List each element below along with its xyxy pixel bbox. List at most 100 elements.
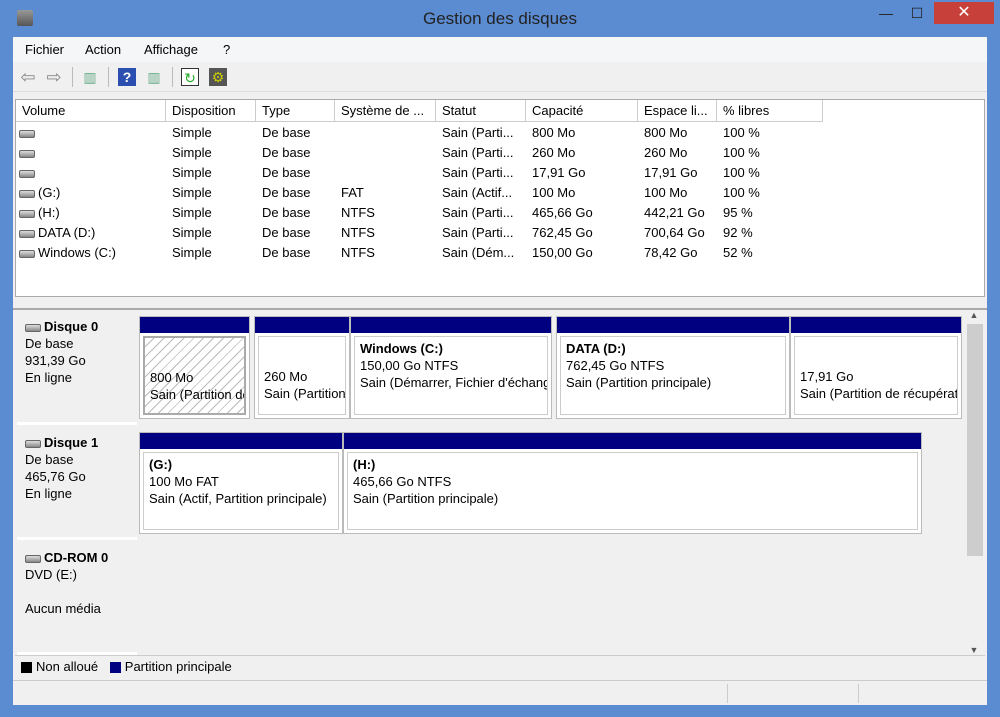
partition-type-bar bbox=[140, 317, 249, 333]
volume-row[interactable]: Simple De base Sain (Parti... 260 Mo 260 Mo 1… bbox=[16, 143, 984, 163]
partition-block[interactable]: Windows (C:) 150,00 Go NTFS Sain (Démarrer… bbox=[350, 316, 552, 419]
menu-affichage[interactable]: Affichage bbox=[144, 42, 198, 57]
pane-splitter[interactable] bbox=[13, 298, 987, 310]
menu-action[interactable]: Action bbox=[85, 42, 121, 57]
partition-block[interactable]: 800 Mo Sain (Partition de récupération) bbox=[139, 316, 250, 419]
partition-type-bar bbox=[344, 433, 921, 449]
cell-text: 260 Mo bbox=[644, 145, 688, 160]
partition-type-bar bbox=[351, 317, 551, 333]
legend: Non alloué Partition principale bbox=[15, 655, 985, 677]
volume-row[interactable]: DATA (D:) Simple De base NTFS Sain (Parti...… bbox=[16, 223, 984, 243]
cell-1: Simple bbox=[166, 163, 256, 183]
back-arrow-icon[interactable]: ⇦ bbox=[19, 68, 37, 86]
properties-icon[interactable]: ⚙ bbox=[209, 68, 227, 86]
unallocated-swatch bbox=[21, 662, 32, 674]
partition-size: 465,66 Go NTFS bbox=[353, 474, 452, 489]
cell-4: Sain (Actif... bbox=[436, 183, 526, 203]
cell-1: Simple bbox=[166, 183, 256, 203]
menu-help[interactable]: ? bbox=[223, 42, 230, 57]
menu-fichier[interactable]: Fichier bbox=[25, 42, 64, 57]
column-header[interactable]: Statut bbox=[436, 100, 526, 122]
partition-block[interactable]: (H:) 465,66 Go NTFS Sain (Partition princi… bbox=[343, 432, 922, 534]
scroll-up-icon[interactable]: ▲ bbox=[965, 310, 983, 320]
volume-list: Volume Disposition Type Système de ... Statu… bbox=[15, 99, 985, 297]
disk-graphical-view: Disque 0 De base 931,39 Go En ligne 800 Mo Sa… bbox=[15, 310, 967, 655]
disk-size: 931,39 Go bbox=[25, 353, 86, 368]
cell-5: 465,66 Go bbox=[526, 203, 638, 223]
partition-status: Sain (Démarrer, Fichier d'échange) bbox=[360, 375, 548, 390]
cell-text: De base bbox=[262, 245, 311, 260]
menu-bar: Fichier Action Affichage ? bbox=[13, 37, 987, 62]
scrollbar-thumb[interactable] bbox=[967, 324, 983, 556]
cell-4: Sain (Parti... bbox=[436, 123, 526, 143]
show-hide-console-tree-icon[interactable]: ▥ bbox=[81, 68, 99, 86]
toolbar: ⇦ ⇨ ▥ ? ▥ ↻ ⚙ bbox=[13, 62, 987, 92]
partition-block[interactable]: 260 Mo Sain (Partition système EFI) bbox=[254, 316, 350, 419]
cell-4: Sain (Dém... bbox=[436, 243, 526, 263]
disk-label[interactable]: Disque 0 De base 931,39 Go En ligne bbox=[17, 312, 137, 425]
close-button[interactable]: ✕ bbox=[934, 2, 994, 24]
cell-5: 800 Mo bbox=[526, 123, 638, 143]
cell-text: 100 % bbox=[723, 165, 760, 180]
column-header[interactable]: Volume bbox=[16, 100, 166, 122]
scroll-down-icon[interactable]: ▼ bbox=[965, 645, 983, 655]
disk-state: Aucun média bbox=[25, 601, 101, 616]
minimize-button[interactable]: — bbox=[871, 2, 901, 24]
cell-3: NTFS bbox=[335, 223, 436, 243]
cell-text: Simple bbox=[172, 245, 212, 260]
refresh-icon[interactable]: ↻ bbox=[181, 68, 199, 86]
cell-text: De base bbox=[262, 145, 311, 160]
disk-label[interactable]: Disque 1 De base 465,76 Go En ligne bbox=[17, 428, 137, 540]
partition-block[interactable]: DATA (D:) 762,45 Go NTFS Sain (Partition p… bbox=[556, 316, 790, 419]
partition-title: (H:) bbox=[353, 457, 376, 472]
cell-text: De base bbox=[262, 125, 311, 140]
column-header[interactable]: Capacité bbox=[526, 100, 638, 122]
maximize-button[interactable]: ☐ bbox=[902, 2, 932, 24]
partition-status: Sain (Actif, Partition principale) bbox=[149, 491, 327, 506]
legend-unallocated: Non alloué bbox=[36, 659, 99, 674]
cell-4: Sain (Parti... bbox=[436, 223, 526, 243]
cell-text: Simple bbox=[172, 185, 212, 200]
volume-row[interactable]: Simple De base Sain (Parti... 17,91 Go 17,91… bbox=[16, 163, 984, 183]
volume-icon bbox=[19, 189, 35, 198]
volume-row[interactable]: Windows (C:) Simple De base NTFS Sain (Dém..… bbox=[16, 243, 984, 263]
forward-arrow-icon[interactable]: ⇨ bbox=[45, 68, 63, 86]
column-header[interactable]: Type bbox=[256, 100, 335, 122]
cell-0: (G:) bbox=[16, 183, 166, 203]
show-hide-action-pane-icon[interactable]: ▥ bbox=[145, 68, 163, 86]
partition-block[interactable]: (G:) 100 Mo FAT Sain (Actif, Partition pri… bbox=[139, 432, 343, 534]
partition-title: Windows (C:) bbox=[360, 341, 443, 356]
cell-text: Simple bbox=[172, 205, 212, 220]
volume-row[interactable]: (H:) Simple De base NTFS Sain (Parti... 465,6… bbox=[16, 203, 984, 223]
cell-text: 260 Mo bbox=[532, 145, 576, 160]
partition-block[interactable]: 17,91 Go Sain (Partition de récupération) bbox=[790, 316, 962, 419]
column-header[interactable]: % libres bbox=[717, 100, 823, 122]
cell-6: 17,91 Go bbox=[638, 163, 717, 183]
column-header[interactable]: Espace li... bbox=[638, 100, 717, 122]
volume-row[interactable]: Simple De base Sain (Parti... 800 Mo 800 Mo 1… bbox=[16, 123, 984, 143]
help-icon[interactable]: ? bbox=[118, 68, 136, 86]
partition-size: 762,45 Go NTFS bbox=[566, 358, 665, 373]
cell-2: De base bbox=[256, 223, 335, 243]
cell-text: Simple bbox=[172, 145, 212, 160]
column-header[interactable]: Disposition bbox=[166, 100, 256, 122]
cell-text: Simple bbox=[172, 165, 212, 180]
cell-5: 762,45 Go bbox=[526, 223, 638, 243]
disk-label[interactable]: CD-ROM 0 DVD (E:) Aucun média bbox=[17, 543, 137, 655]
cell-text: NTFS bbox=[341, 205, 375, 220]
cell-5: 260 Mo bbox=[526, 143, 638, 163]
cell-text: 800 Mo bbox=[644, 125, 688, 140]
volume-row[interactable]: (G:) Simple De base FAT Sain (Actif... 100 Mo… bbox=[16, 183, 984, 203]
partition-status: Sain (Partition principale) bbox=[566, 375, 712, 390]
cell-2: De base bbox=[256, 163, 335, 183]
cell-2: De base bbox=[256, 243, 335, 263]
cell-text: 95 % bbox=[723, 205, 753, 220]
partition-body: 260 Mo Sain (Partition système EFI) bbox=[258, 336, 346, 415]
cell-text: 100 % bbox=[723, 125, 760, 140]
cell-7: 100 % bbox=[717, 143, 823, 163]
cell-text: 100 Mo bbox=[532, 185, 576, 200]
cell-text: DATA (D:) bbox=[38, 225, 96, 240]
column-header[interactable]: Système de ... bbox=[335, 100, 436, 122]
